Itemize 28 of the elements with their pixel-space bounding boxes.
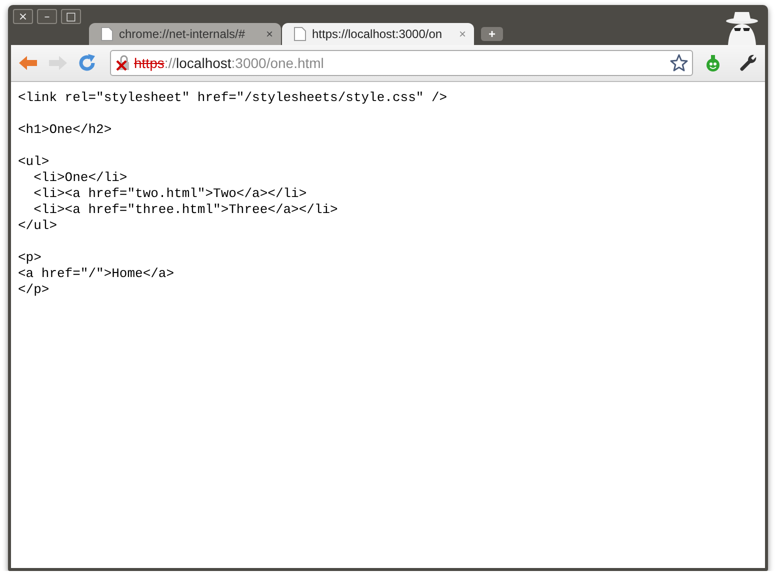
incognito-spy-icon [724,11,760,45]
close-button[interactable]: × [13,9,33,24]
maximize-button[interactable]: □ [61,9,81,24]
browser-tab[interactable]: chrome://net-internals/# × [89,23,281,45]
page-icon [101,27,113,41]
tab-close-button[interactable]: × [266,27,273,41]
page-icon [294,27,306,41]
code-line: <a href="/">Home</a> [18,266,176,282]
bookmark-star-icon[interactable] [670,54,688,72]
code-line: <link rel="stylesheet" href="/stylesheets/style.css" /> [18,90,448,106]
browser-tab[interactable]: https://localhost:3000/on × [282,23,474,45]
code-line: <ul> [18,154,50,170]
code-line: <li>One</li> [32,170,128,186]
address-bar[interactable]: https://localhost:3000/one.html [110,50,693,76]
code-line: <li><a href="two.html">Two</a></li> [32,186,308,202]
wrench-icon[interactable] [739,54,757,72]
back-arrow-icon[interactable] [18,55,38,71]
code-line: </p> [18,282,50,298]
code-line: <h1>One</h2> [18,122,113,138]
code-line: <p> [18,250,42,266]
tab-title: https://localhost:3000/on [312,27,444,41]
reload-icon[interactable] [78,54,96,72]
new-tab-button[interactable]: + [481,27,503,41]
code-line: </ul> [18,218,58,234]
code-line: <li><a href="three.html">Three</a></li> [32,202,339,218]
tab-title: chrome://net-internals/# [119,27,246,41]
minimize-button[interactable]: – [37,9,57,24]
smiley-face-extension-icon[interactable] [705,54,721,72]
